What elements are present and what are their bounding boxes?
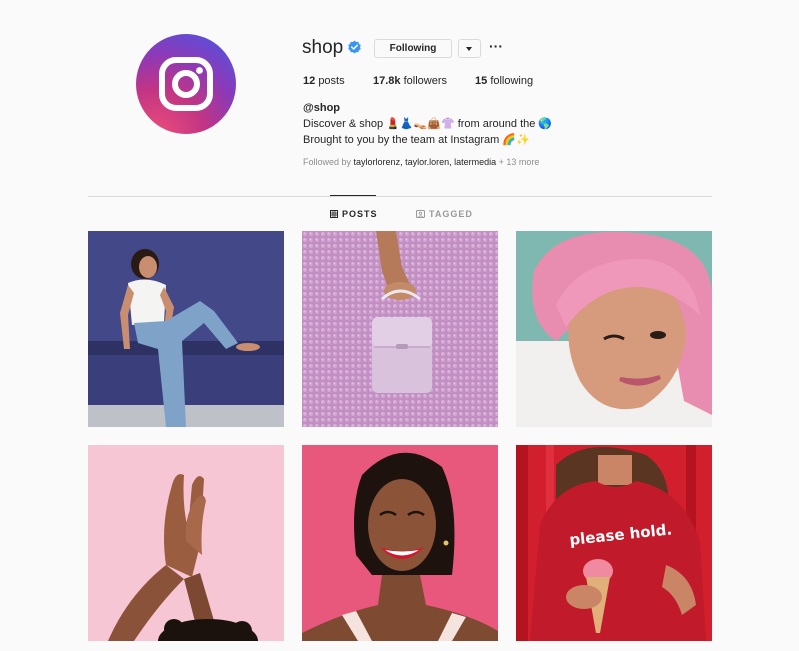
posts-stat: 12 posts [303, 75, 345, 88]
bio-line-2-text: Brought to you by the team at Instagram [303, 134, 500, 146]
verified-badge-icon [348, 40, 361, 54]
following-count: 15 [475, 75, 488, 87]
more-options-button[interactable]: ··· [489, 38, 503, 54]
chevron-down-icon [466, 47, 472, 51]
tagged-icon [416, 210, 425, 218]
post-thumbnail[interactable]: please hold. [516, 445, 712, 641]
bio-line-1-suffix: from around the [457, 118, 536, 130]
bio-name: @shop [303, 102, 341, 114]
post-thumbnail[interactable] [88, 445, 284, 641]
post-image [88, 445, 284, 641]
posts-count: 12 [303, 75, 316, 87]
tab-posts[interactable]: POSTS [330, 209, 378, 220]
followed-by-prefix: Followed by [303, 157, 352, 167]
post-image [88, 231, 284, 427]
globe-icon: 🌎 [538, 118, 553, 130]
followed-by[interactable]: Followed by taylorlorenz, taylor.loren, … [303, 157, 539, 168]
rainbow-sparkles-icon: 🌈✨ [502, 134, 530, 146]
active-tab-indicator [330, 195, 376, 196]
profile-username: shop [302, 37, 344, 58]
post-thumbnail[interactable] [302, 231, 498, 427]
following-button[interactable]: Following [374, 39, 452, 58]
followers-stat[interactable]: 17.8k followers [373, 75, 447, 88]
post-image [516, 231, 712, 427]
post-image [302, 445, 498, 641]
instagram-camera-icon [159, 57, 213, 111]
suggestions-dropdown-button[interactable] [458, 39, 481, 58]
followers-count: 17.8k [373, 75, 401, 87]
post-image [302, 231, 498, 427]
tab-posts-label: POSTS [342, 209, 378, 219]
bio-line-1-prefix: Discover & shop [303, 118, 384, 130]
profile-avatar[interactable] [136, 34, 236, 134]
posts-label: posts [318, 75, 345, 87]
tab-tagged[interactable]: TAGGED [416, 209, 473, 220]
post-thumbnail[interactable] [302, 445, 498, 641]
tab-tagged-label: TAGGED [429, 209, 473, 219]
following-stat[interactable]: 15 following [475, 75, 533, 88]
post-image: please hold. [516, 445, 712, 641]
bio-line-1: Discover & shop 💄👗👡👜👚 from around the 🌎 [303, 118, 552, 131]
tabs-divider [88, 196, 712, 197]
followed-by-names: taylorlorenz, taylor.loren, latermedia [353, 157, 497, 167]
post-thumbnail[interactable] [516, 231, 712, 427]
post-thumbnail[interactable] [88, 231, 284, 427]
followers-label: followers [403, 75, 447, 87]
followed-by-more: + 13 more [498, 157, 540, 167]
bio-emojis: 💄👗👡👜👚 [386, 118, 455, 130]
bio-line-2: Brought to you by the team at Instagram … [303, 134, 530, 147]
following-label: following [490, 75, 534, 87]
grid-icon [330, 210, 338, 218]
